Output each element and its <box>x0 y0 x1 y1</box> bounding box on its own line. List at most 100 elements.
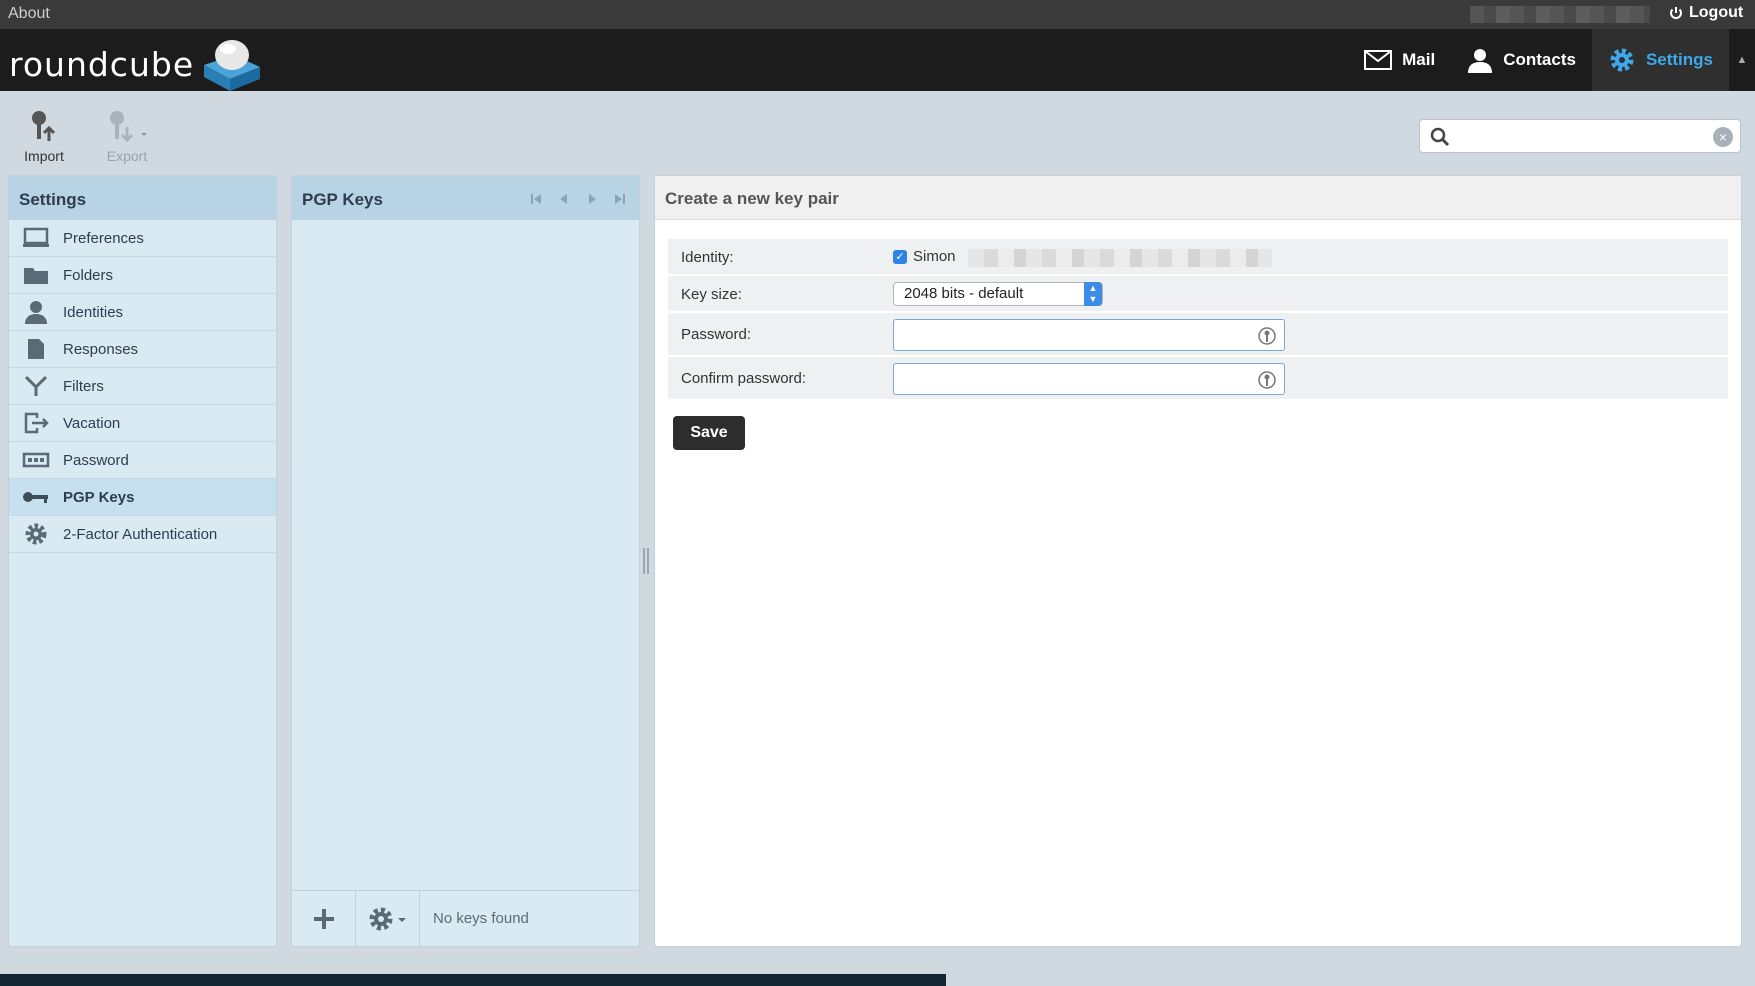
sidebar-item-responses[interactable]: Responses <box>9 331 276 368</box>
confirm-password-row: Confirm password: <box>668 357 1728 401</box>
settings-nav: Preferences Folders Identities Responses… <box>9 220 276 553</box>
import-label: Import <box>24 148 64 164</box>
pgp-keys-panel: PGP Keys No keys found <box>291 175 640 947</box>
gear-icon <box>1610 48 1634 72</box>
pgp-keys-title: PGP Keys <box>302 190 383 209</box>
nav-contacts[interactable]: Contacts <box>1451 29 1592 91</box>
sidebar-item-identities[interactable]: Identities <box>9 294 276 331</box>
search-input[interactable] <box>1456 124 1706 148</box>
key-icon <box>21 485 51 509</box>
last-page-icon[interactable] <box>613 192 627 206</box>
key-export-icon <box>110 111 147 143</box>
sidebar-item-label: Filters <box>63 377 104 395</box>
export-label: Export <box>106 148 148 164</box>
identity-email-redacted <box>968 249 1272 267</box>
gear-icon <box>21 522 51 546</box>
nav-contacts-label: Contacts <box>1503 50 1576 69</box>
password-manager-icon[interactable] <box>1258 370 1276 390</box>
identity-row: Identity: ✓ Simon <box>668 239 1728 276</box>
main-nav: Mail Contacts Settings ▲ <box>1348 29 1755 91</box>
password-row: Password: <box>668 313 1728 357</box>
sidebar-item-vacation[interactable]: Vacation <box>9 405 276 442</box>
previous-page-icon[interactable] <box>557 192 571 206</box>
pager <box>529 192 627 206</box>
identity-label: Identity: <box>681 249 734 266</box>
sidebar-item-label: Password <box>63 451 129 469</box>
power-icon <box>1670 7 1682 19</box>
identity-checkbox[interactable]: ✓ Simon <box>893 248 1272 267</box>
search-box[interactable]: × <box>1419 119 1741 153</box>
logo-icon <box>204 40 261 91</box>
sidebar-item-filters[interactable]: Filters <box>9 368 276 405</box>
sidebar-item-password[interactable]: Password <box>9 442 276 479</box>
next-page-icon[interactable] <box>585 192 599 206</box>
sidebar-item-label: Identities <box>63 303 124 321</box>
panel-splitter[interactable] <box>643 548 649 574</box>
filter-icon <box>21 374 51 398</box>
sidebar-item-label: Vacation <box>63 414 121 432</box>
export-button[interactable]: Export <box>92 109 162 164</box>
sidebar-item-label: 2-Factor Authentication <box>63 525 218 543</box>
save-button[interactable]: Save <box>673 416 745 450</box>
sidebar-item-label: Preferences <box>63 229 144 247</box>
checkmark-icon: ✓ <box>893 249 907 264</box>
key-actions-menu-button[interactable] <box>356 890 420 946</box>
sidebar-item-label: Folders <box>63 266 114 284</box>
sidebar-item-pgp-keys[interactable]: PGP Keys <box>9 479 276 516</box>
search-clear-icon[interactable]: × <box>1713 127 1733 147</box>
keysize-value: 2048 bits - default <box>904 285 1024 302</box>
nav-collapse-caret[interactable]: ▲ <box>1729 29 1755 91</box>
logout-button[interactable]: Logout <box>1669 4 1743 22</box>
password-label: Password: <box>681 326 752 343</box>
content-panel: Create a new key pair Identity: ✓ Simon … <box>654 175 1742 947</box>
search-icon <box>1430 127 1450 147</box>
settings-panel: Settings Preferences Folders Identities … <box>8 175 277 947</box>
plus-icon <box>313 908 334 929</box>
toolbar: Import Export × <box>0 91 1755 171</box>
empty-list-message: No keys found <box>433 910 529 927</box>
folder-icon <box>21 263 51 287</box>
top-bar: About Logout <box>0 0 1755 29</box>
key-import-icon <box>32 111 56 141</box>
select-arrows-icon: ▲ ▼ <box>1084 282 1102 306</box>
sidebar-item-label: PGP Keys <box>63 488 135 506</box>
identity-name: Simon <box>913 248 956 265</box>
sidebar-item-label: Responses <box>63 340 139 358</box>
logout-label: Logout <box>1689 4 1744 21</box>
pgp-keys-footer: No keys found <box>292 890 639 946</box>
keysize-select[interactable]: 2048 bits - default ▲ ▼ <box>893 282 1103 306</box>
keysize-label: Key size: <box>681 286 742 303</box>
sidebar-item-preferences[interactable]: Preferences <box>9 220 276 257</box>
logo-text: roundcube <box>9 44 195 84</box>
person-icon <box>1468 49 1493 73</box>
username-redacted <box>1470 6 1650 23</box>
person-icon <box>21 300 51 324</box>
bottom-progress-bar <box>0 974 946 986</box>
document-icon <box>21 337 51 361</box>
monitor-icon <box>21 226 51 250</box>
roundcube-logo[interactable]: roundcube <box>9 35 262 93</box>
about-link[interactable]: About <box>8 5 50 23</box>
content-title: Create a new key pair <box>655 176 1741 220</box>
password-icon <box>21 448 51 472</box>
confirm-password-field[interactable] <box>893 363 1285 395</box>
exit-icon <box>21 411 51 435</box>
first-page-icon[interactable] <box>529 192 543 206</box>
nav-mail-label: Mail <box>1402 50 1436 69</box>
nav-settings[interactable]: Settings <box>1591 29 1729 91</box>
password-manager-icon[interactable] <box>1258 326 1276 346</box>
add-key-button[interactable] <box>292 890 356 946</box>
settings-panel-title: Settings <box>9 176 276 220</box>
envelope-icon <box>1364 50 1393 70</box>
confirm-password-label: Confirm password: <box>681 370 807 387</box>
pgp-keys-panel-header: PGP Keys <box>292 176 639 220</box>
keygen-form: Identity: ✓ Simon Key size: 2048 bits - … <box>668 239 1728 401</box>
sidebar-item-2fa[interactable]: 2-Factor Authentication <box>9 516 276 553</box>
nav-settings-label: Settings <box>1645 50 1713 69</box>
nav-mail[interactable]: Mail <box>1348 29 1451 91</box>
import-button[interactable]: Import <box>9 109 79 164</box>
password-field[interactable] <box>893 319 1285 351</box>
gear-icon <box>369 907 406 930</box>
header: roundcube Mail Contacts Settings ▲ <box>0 29 1755 91</box>
sidebar-item-folders[interactable]: Folders <box>9 257 276 294</box>
